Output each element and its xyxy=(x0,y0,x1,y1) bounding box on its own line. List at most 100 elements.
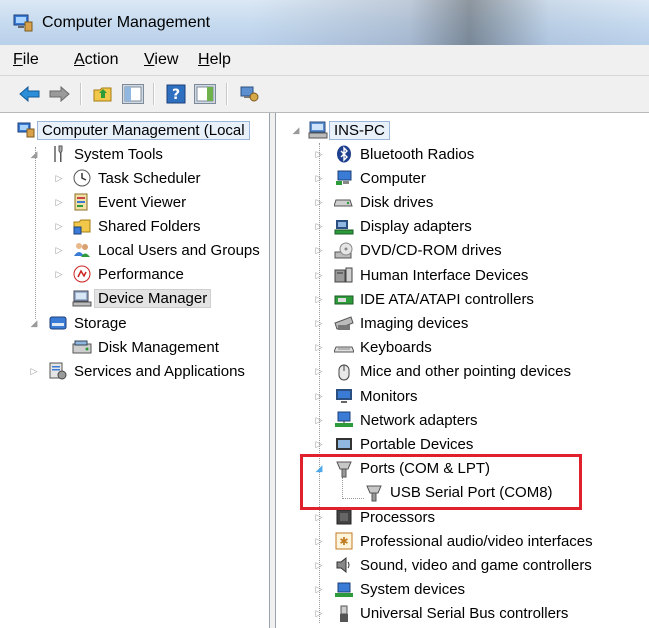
speaker-icon xyxy=(334,556,354,574)
tree-item-storage[interactable]: Storage xyxy=(48,312,127,334)
tree-item-imaging-devices[interactable]: Imaging devices xyxy=(334,312,468,334)
tree-item-system-devices[interactable]: System devices xyxy=(334,579,465,601)
expand-arrow-icon[interactable]: ▷ xyxy=(314,197,324,207)
expand-arrow-icon[interactable]: ▷ xyxy=(314,391,324,401)
expand-arrow-icon[interactable]: ▷ xyxy=(314,536,324,546)
tree-item-universal-serial-bus-controllers[interactable]: Universal Serial Bus controllers xyxy=(334,603,568,625)
tree-item-bluetooth-radios[interactable]: Bluetooth Radios xyxy=(334,143,474,165)
expand-arrow-icon[interactable]: ▷ xyxy=(314,439,324,449)
tree-line xyxy=(342,477,343,499)
expand-arrow-icon[interactable]: ▷ xyxy=(314,318,324,328)
help-icon[interactable]: ? xyxy=(165,83,187,105)
tree-item-keyboards[interactable]: Keyboards xyxy=(334,337,432,359)
collapse-arrow-icon[interactable]: ◢ xyxy=(29,318,39,328)
storage-icon xyxy=(48,314,68,332)
performance-icon xyxy=(72,265,92,283)
tree-item-device-manager[interactable]: Device Manager xyxy=(72,287,212,309)
tree-item-sound-video-game-controllers[interactable]: Sound, video and game controllers xyxy=(334,554,592,576)
tree-item-disk-management[interactable]: Disk Management xyxy=(72,336,219,358)
tree-item-computer[interactable]: Computer xyxy=(334,167,426,189)
expand-arrow-icon[interactable]: ▷ xyxy=(314,512,324,522)
tree-item-label: Display adapters xyxy=(360,218,472,236)
menu-view[interactable]: View xyxy=(144,51,178,69)
tree-item-ide-ata-atapi-controllers[interactable]: IDE ATA/ATAPI controllers xyxy=(334,288,534,310)
tree-item-label: Processors xyxy=(360,508,436,526)
tree-item-ports-com-lpt[interactable]: Ports (COM & LPT) xyxy=(334,458,490,480)
hid-icon xyxy=(334,266,354,284)
tree-item-shared-folders[interactable]: Shared Folders xyxy=(72,215,201,237)
tree-item-disk-drives[interactable]: Disk drives xyxy=(334,191,433,213)
expand-arrow-icon[interactable]: ▷ xyxy=(54,269,64,279)
forward-arrow-icon[interactable] xyxy=(48,83,70,105)
expand-arrow-icon[interactable]: ▷ xyxy=(314,608,324,619)
expand-arrow-icon[interactable]: ▷ xyxy=(54,245,64,255)
tree-item-portable-devices[interactable]: Portable Devices xyxy=(334,433,473,455)
tree-item-label: Sound, video and game controllers xyxy=(360,556,592,574)
expand-arrow-icon[interactable]: ▷ xyxy=(314,415,324,425)
port-icon xyxy=(334,460,354,478)
expand-arrow-icon[interactable]: ▷ xyxy=(314,245,324,256)
expand-arrow-icon[interactable]: ▷ xyxy=(54,221,64,231)
show-hide-console-tree-icon[interactable] xyxy=(122,83,144,105)
dvd-drive-icon xyxy=(334,242,354,260)
collapse-arrow-icon[interactable]: ◢ xyxy=(314,463,324,474)
expand-arrow-icon[interactable]: ▷ xyxy=(314,173,324,183)
computer-management-icon xyxy=(16,121,36,139)
menu-file[interactable]: File xyxy=(13,51,39,69)
display-adapter-icon xyxy=(334,218,354,236)
tree-item-local-users-groups[interactable]: Local Users and Groups xyxy=(72,239,260,261)
menu-action[interactable]: Action xyxy=(74,51,118,69)
back-arrow-icon[interactable] xyxy=(19,83,41,105)
tree-item-label: Portable Devices xyxy=(360,435,474,453)
show-action-pane-icon[interactable] xyxy=(194,83,216,105)
up-folder-icon[interactable] xyxy=(92,83,114,105)
tree-item-label: Ports (COM & LPT) xyxy=(360,460,491,478)
tree-item-services-applications[interactable]: Services and Applications xyxy=(48,360,245,382)
network-adapter-icon xyxy=(334,411,354,429)
expand-arrow-icon[interactable]: ▷ xyxy=(314,270,324,280)
expand-arrow-icon[interactable]: ▷ xyxy=(314,149,324,159)
tree-item-monitors[interactable]: Monitors xyxy=(334,385,418,407)
tree-item-label: Network adapters xyxy=(360,411,478,429)
menu-help[interactable]: Help xyxy=(198,51,231,69)
title-bar[interactable]: Computer Management xyxy=(0,0,649,45)
clock-icon xyxy=(72,169,92,187)
tree-item-processors[interactable]: Processors xyxy=(334,506,435,528)
tree-item-label: Human Interface Devices xyxy=(360,266,529,284)
properties-icon[interactable] xyxy=(238,83,260,105)
tree-item-computer-management[interactable]: Computer Management (Local xyxy=(16,119,250,141)
tree-item-network-adapters[interactable]: Network adapters xyxy=(334,409,478,431)
tree-item-label: Computer xyxy=(360,169,426,187)
tree-item-ins-pc[interactable]: INS-PC xyxy=(308,119,390,141)
expand-arrow-icon[interactable]: ▷ xyxy=(314,342,324,353)
tree-item-dvd-cdrom-drives[interactable]: DVD/CD-ROM drives xyxy=(334,240,502,262)
collapse-arrow-icon[interactable]: ◢ xyxy=(29,149,39,159)
tree-line xyxy=(319,143,320,623)
tree-item-performance[interactable]: Performance xyxy=(72,263,184,285)
expand-arrow-icon[interactable]: ▷ xyxy=(314,366,324,377)
expand-arrow-icon[interactable]: ▷ xyxy=(314,221,324,232)
expand-arrow-icon[interactable]: ▷ xyxy=(54,197,64,207)
tree-item-label: Monitors xyxy=(360,387,418,405)
tree-item-label: Bluetooth Radios xyxy=(360,145,475,163)
tree-item-label: Professional audio/video interfaces xyxy=(360,532,593,550)
expand-arrow-icon[interactable]: ▷ xyxy=(314,584,324,595)
tree-item-event-viewer[interactable]: Event Viewer xyxy=(72,191,186,213)
port-icon xyxy=(364,484,384,502)
expand-arrow-icon[interactable]: ▷ xyxy=(314,560,324,570)
tree-item-system-tools[interactable]: System Tools xyxy=(48,143,163,165)
services-icon xyxy=(48,362,68,380)
tree-item-human-interface-devices[interactable]: Human Interface Devices xyxy=(334,264,528,286)
tree-item-display-adapters[interactable]: Display adapters xyxy=(334,216,472,238)
tree-item-mice-pointing-devices[interactable]: Mice and other pointing devices xyxy=(334,361,571,383)
bluetooth-icon xyxy=(334,145,354,163)
tree-item-task-scheduler[interactable]: Task Scheduler xyxy=(72,167,201,189)
tree-item-professional-audio-video-interfaces[interactable]: ✱ Professional audio/video interfaces xyxy=(334,530,593,552)
window-title: Computer Management xyxy=(42,14,211,31)
expand-arrow-icon[interactable]: ▷ xyxy=(314,294,324,304)
tree-item-usb-serial-port-com8[interactable]: USB Serial Port (COM8) xyxy=(364,482,553,504)
expand-arrow-icon[interactable]: ▷ xyxy=(29,366,39,376)
menu-bar: File Action View Help xyxy=(0,45,649,76)
expand-arrow-icon[interactable]: ▷ xyxy=(54,173,64,183)
collapse-arrow-icon[interactable]: ◢ xyxy=(291,125,301,135)
